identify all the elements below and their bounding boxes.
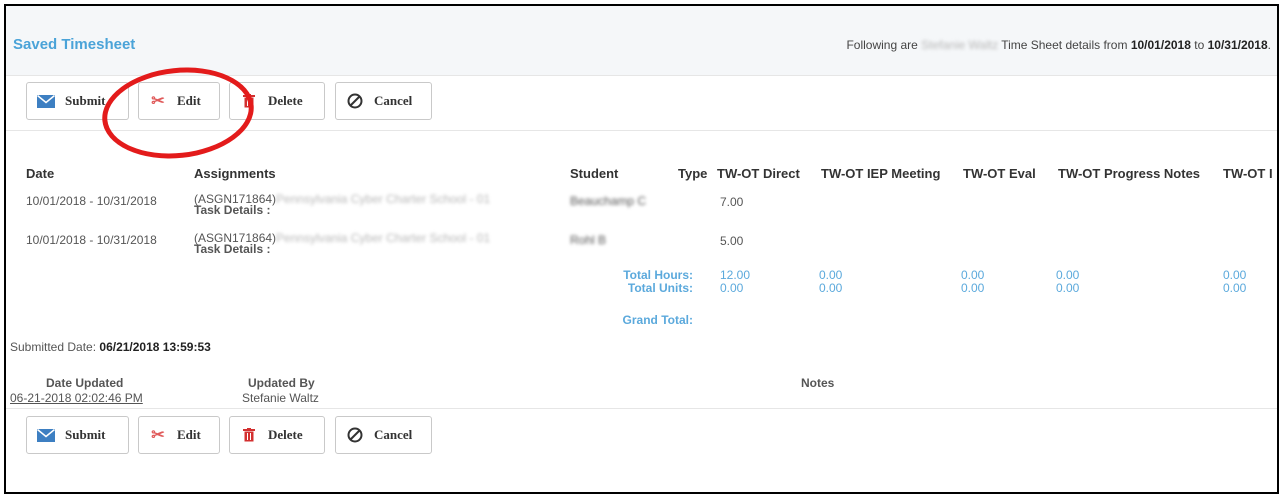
total-hours-progress: 0.00 (1056, 268, 1080, 282)
grand-total-label: Grand Total: (622, 313, 693, 327)
row2-date: 10/01/2018 - 10/31/2018 (26, 233, 157, 247)
row1-task-details: Task Details : (194, 203, 271, 217)
col-student: Student (570, 166, 619, 181)
row1-direct: 7.00 (720, 195, 744, 209)
col-assignments: Assignments (194, 166, 276, 181)
scissors-icon: ✂ (151, 93, 165, 110)
total-units-progress: 0.00 (1056, 281, 1080, 295)
edit-button[interactable]: ✂ Edit (138, 82, 220, 120)
panel-header: Saved Timesheet Following are Stefanie W… (6, 6, 1277, 76)
submit-button[interactable]: Submit (26, 416, 129, 454)
row2-student-redacted: Rohl B (570, 233, 607, 247)
total-hours-label: Total Hours: (623, 268, 693, 282)
col-type: Type (678, 166, 708, 181)
col-tw-ot-iep-meeting: TW-OT IEP Meeting (821, 166, 941, 181)
delete-button[interactable]: Delete (229, 82, 325, 120)
date-from: 10/01/2018 (1130, 38, 1191, 52)
trash-icon (240, 93, 258, 109)
total-units-iep: 0.00 (819, 281, 843, 295)
edit-button[interactable]: ✂ Edit (138, 416, 220, 454)
divider (6, 408, 1277, 409)
col-updated-by: Updated By (248, 376, 315, 390)
row2-task-details: Task Details : (194, 242, 271, 256)
total-hours-eval: 0.00 (961, 268, 985, 282)
total-units-more: 0.00 (1223, 281, 1247, 295)
col-tw-ot-more: TW-OT I (1223, 166, 1273, 181)
row1-student-redacted: Beauchamp C (570, 194, 647, 208)
col-notes: Notes (801, 376, 835, 390)
total-hours-iep: 0.00 (819, 268, 843, 282)
col-date: Date (26, 166, 55, 181)
submitted-date: Submitted Date: 06/21/2018 13:59:53 (10, 340, 211, 354)
total-hours-more: 0.00 (1223, 268, 1247, 282)
total-units-label: Total Units: (627, 281, 693, 295)
col-date-updated: Date Updated (46, 376, 124, 390)
prohibited-icon (346, 427, 364, 443)
date-updated-link[interactable]: 06-21-2018 02:02:46 PM (10, 391, 143, 405)
delete-button[interactable]: Delete (229, 416, 325, 454)
prohibited-icon (346, 93, 364, 109)
col-tw-ot-progress-notes: TW-OT Progress Notes (1058, 166, 1201, 181)
page-title: Saved Timesheet (13, 36, 136, 53)
date-to: 10/31/2018 (1207, 38, 1268, 52)
divider (6, 130, 1277, 131)
envelope-icon (37, 427, 55, 443)
total-units-direct: 0.00 (720, 281, 744, 295)
employee-name-redacted: Stefanie Waltz (921, 38, 999, 52)
col-tw-ot-eval: TW-OT Eval (963, 166, 1036, 181)
col-tw-ot-direct: TW-OT Direct (717, 166, 800, 181)
envelope-icon (37, 93, 55, 109)
cancel-button[interactable]: Cancel (335, 416, 432, 454)
cancel-button[interactable]: Cancel (335, 82, 432, 120)
row1-date: 10/01/2018 - 10/31/2018 (26, 194, 157, 208)
row2-direct: 5.00 (720, 234, 744, 248)
updated-by-value: Stefanie Waltz (242, 391, 319, 405)
total-units-eval: 0.00 (961, 281, 985, 295)
timesheet-panel: Saved Timesheet Following are Stefanie W… (4, 4, 1279, 494)
scissors-icon: ✂ (151, 427, 165, 444)
submit-button[interactable]: Submit (26, 82, 129, 120)
total-hours-direct: 12.00 (720, 268, 751, 282)
trash-icon (240, 427, 258, 443)
header-info: Following are Stefanie Waltz Time Sheet … (846, 38, 1271, 52)
